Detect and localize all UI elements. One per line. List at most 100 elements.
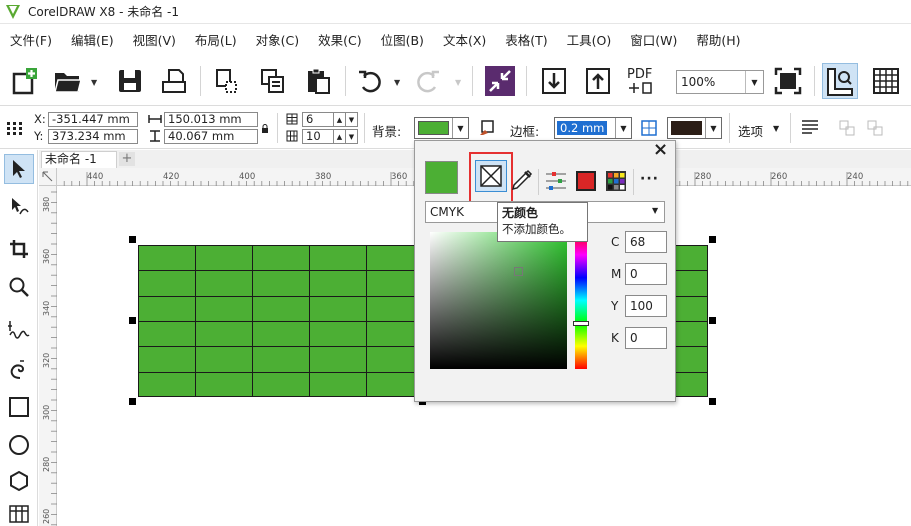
selection-handle-tl[interactable]: [129, 236, 136, 243]
text-wrap-icon[interactable]: [800, 119, 820, 137]
rows-field[interactable]: 6: [302, 112, 334, 127]
new-document-button[interactable]: [6, 63, 42, 99]
border-label: 边框:: [510, 124, 540, 139]
object-origin-icon[interactable]: [6, 121, 24, 137]
artistic-media-tool[interactable]: [4, 354, 34, 384]
c-input[interactable]: 68: [625, 231, 667, 253]
grid-icon: [873, 68, 899, 94]
color-field-cursor[interactable]: [514, 267, 523, 276]
selection-handle-bl[interactable]: [129, 398, 136, 405]
more-options-icon[interactable]: ···: [640, 171, 659, 187]
undo-button[interactable]: [352, 63, 388, 99]
zoom-tool[interactable]: [4, 272, 34, 302]
m-input[interactable]: 0: [625, 263, 667, 285]
polygon-tool[interactable]: [4, 466, 34, 496]
search-content-button[interactable]: [482, 63, 518, 99]
options-menu[interactable]: 选项: [738, 121, 763, 140]
border-color-picker[interactable]: ▼: [667, 117, 722, 139]
color-palettes-icon[interactable]: [605, 170, 627, 192]
color-sliders-icon[interactable]: [544, 170, 568, 192]
selection-handle-br[interactable]: [709, 398, 716, 405]
menu-effects[interactable]: 效果(C): [308, 30, 370, 49]
full-screen-button[interactable]: [770, 63, 806, 99]
crop-tool[interactable]: [4, 234, 34, 264]
export-arrow-button[interactable]: [580, 63, 616, 99]
lock-ratio-icon[interactable]: [261, 124, 269, 134]
add-tab-icon[interactable]: +: [119, 152, 135, 166]
k-input[interactable]: 0: [625, 327, 667, 349]
publish-pdf-button[interactable]: PDF: [624, 63, 660, 99]
eyedropper-icon[interactable]: [511, 169, 533, 193]
toolbox: [0, 150, 38, 526]
width-field[interactable]: 150.013 mm: [164, 112, 258, 127]
ellipse-tool[interactable]: [4, 430, 34, 460]
close-icon[interactable]: ×: [653, 139, 668, 160]
table-tool[interactable]: [4, 502, 34, 524]
columns-field[interactable]: 10: [302, 129, 334, 144]
chevron-down-icon[interactable]: ▼: [652, 206, 658, 215]
menu-view[interactable]: 视图(V): [123, 30, 185, 49]
menu-window[interactable]: 窗口(W): [620, 30, 686, 49]
show-rulers-button[interactable]: [822, 63, 858, 99]
rows-spin-down-icon[interactable]: ▼: [346, 112, 358, 127]
cols-spin-icon[interactable]: ▲: [334, 129, 346, 144]
freehand-tool[interactable]: [4, 314, 34, 344]
color-viewer-icon[interactable]: [575, 170, 597, 192]
redo-dropdown-icon[interactable]: ▼: [455, 78, 461, 87]
import-arrow-button[interactable]: [536, 63, 572, 99]
open-button[interactable]: [50, 63, 86, 99]
menu-edit[interactable]: 编辑(E): [61, 30, 123, 49]
menu-object[interactable]: 对象(C): [246, 30, 308, 49]
menu-bitmaps[interactable]: 位图(B): [371, 30, 433, 49]
cols-spin-down-icon[interactable]: ▼: [346, 129, 358, 144]
hue-slider[interactable]: [573, 232, 589, 369]
document-tab[interactable]: 未命名 -1: [41, 151, 117, 168]
ruler-origin-icon[interactable]: [39, 168, 57, 186]
export-button[interactable]: [254, 63, 290, 99]
chevron-down-icon[interactable]: ▼: [452, 118, 468, 138]
save-button[interactable]: [112, 63, 148, 99]
menu-layout[interactable]: 布局(L): [185, 30, 246, 49]
selection-handle-ml[interactable]: [129, 317, 136, 324]
selection-handle-tr[interactable]: [709, 236, 716, 243]
undo-dropdown-icon[interactable]: ▼: [394, 78, 400, 87]
open-dropdown-icon[interactable]: ▼: [91, 78, 97, 87]
print-button[interactable]: [156, 63, 192, 99]
menu-help[interactable]: 帮助(H): [686, 30, 749, 49]
chevron-down-icon[interactable]: ▼: [705, 118, 721, 138]
background-color-picker[interactable]: ▼: [414, 117, 469, 139]
rectangle-tool[interactable]: [4, 392, 34, 422]
height-field[interactable]: 40.067 mm: [164, 129, 258, 144]
x-position-field[interactable]: -351.447 mm: [48, 112, 138, 127]
shape-tool[interactable]: [4, 192, 34, 222]
hue-slider-handle[interactable]: [573, 321, 589, 326]
border-width-select[interactable]: 0.2 mm ▼: [554, 117, 632, 139]
chevron-down-icon[interactable]: ▼: [615, 118, 631, 138]
color-field[interactable]: [430, 232, 567, 369]
vertical-ruler[interactable]: 380 360 340 320 300 280 260: [39, 186, 57, 526]
window-title: CorelDRAW X8 - 未命名 -1: [28, 5, 180, 19]
y-position-field[interactable]: 373.234 mm: [48, 129, 138, 144]
menu-text[interactable]: 文本(X): [433, 30, 495, 49]
edit-fill-icon[interactable]: [478, 119, 496, 137]
save-icon: [119, 70, 141, 92]
menu-file[interactable]: 文件(F): [0, 30, 61, 49]
pick-tool[interactable]: [4, 154, 34, 184]
polygon-icon: [10, 470, 28, 492]
import-button[interactable]: [208, 63, 244, 99]
zoom-level-select[interactable]: 100% ▼: [676, 70, 764, 94]
y-input[interactable]: 100: [625, 295, 667, 317]
export-icon: [261, 69, 284, 93]
show-grid-button[interactable]: [868, 63, 904, 99]
selection-handle-mr[interactable]: [709, 317, 716, 324]
menu-tools[interactable]: 工具(O): [557, 30, 621, 49]
options-dropdown-icon[interactable]: ▼: [773, 124, 779, 133]
rows-spin-icon[interactable]: ▲: [334, 112, 346, 127]
chevron-down-icon[interactable]: ▼: [745, 71, 763, 93]
border-sides-icon[interactable]: [641, 120, 657, 136]
redo-button[interactable]: [410, 63, 446, 99]
ruler-label: 360: [42, 249, 51, 264]
paste-button[interactable]: [300, 63, 336, 99]
ruler-label: 340: [42, 301, 51, 316]
menu-table[interactable]: 表格(T): [495, 30, 556, 49]
